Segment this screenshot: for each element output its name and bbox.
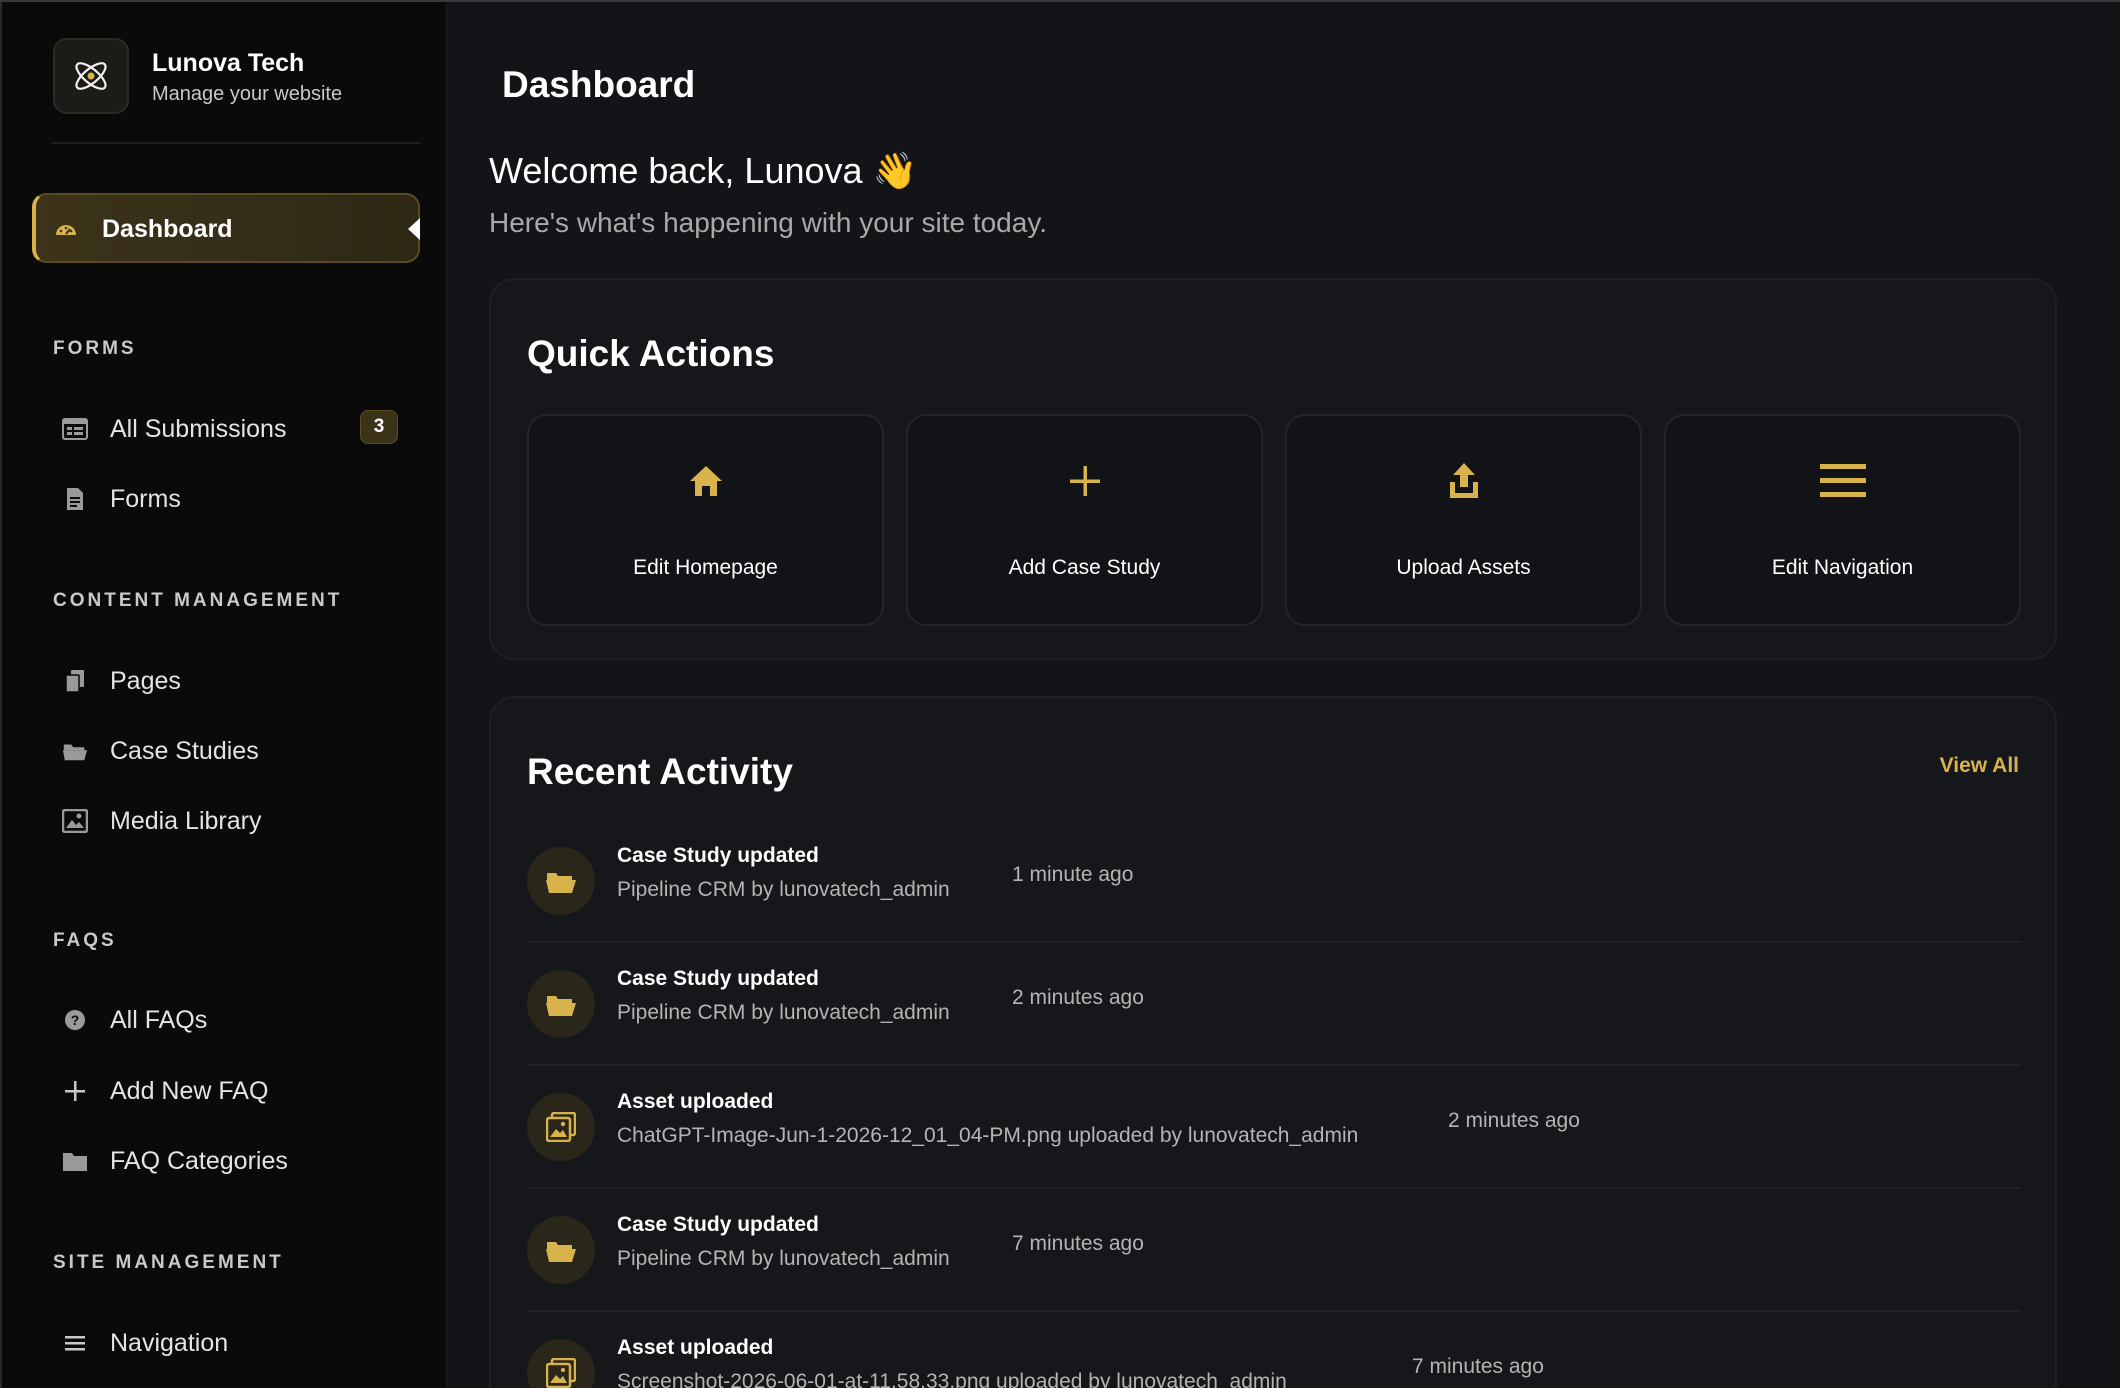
sidebar-item-all-faqs[interactable]: ? All FAQs [52, 993, 412, 1043]
edit-homepage-button[interactable]: Edit Homepage [527, 414, 884, 626]
activity-item[interactable]: Asset uploaded Screenshot-2026-06-01-at-… [527, 1312, 2021, 1388]
app-root: Lunova Tech Manage your website Dashboar… [0, 0, 2120, 1388]
section-title-content-management: CONTENT MANAGEMENT [53, 590, 343, 611]
sidebar-item-media-library[interactable]: Media Library [52, 794, 412, 844]
sidebar: Lunova Tech Manage your website Dashboar… [0, 2, 447, 1388]
sidebar-item-label: Media Library [110, 807, 262, 835]
folder-open-icon [527, 847, 595, 915]
sidebar-item-label: Pages [110, 667, 181, 695]
activity-title: Asset uploaded [617, 1090, 774, 1113]
recent-activity-title: Recent Activity [527, 751, 793, 792]
sidebar-item-add-new-faq[interactable]: Add New FAQ [52, 1064, 412, 1114]
activity-title: Asset uploaded [617, 1336, 774, 1359]
active-indicator-icon [408, 218, 420, 240]
recent-activity-card: Recent Activity View All Case Study upda… [489, 696, 2057, 1388]
activity-description: Pipeline CRM by lunovatech_admin [617, 878, 950, 901]
folder-open-icon [527, 970, 595, 1038]
images-icon [527, 1093, 595, 1161]
edit-navigation-button[interactable]: Edit Navigation [1664, 414, 2021, 626]
plus-icon [62, 1078, 88, 1104]
brand-subtitle: Manage your website [152, 83, 343, 105]
sidebar-item-dashboard[interactable]: Dashboard [32, 193, 420, 263]
sidebar-item-label: FAQ Categories [110, 1147, 288, 1175]
welcome-subtitle: Here's what's happening with your site t… [489, 207, 1048, 238]
home-icon [529, 458, 882, 504]
upload-assets-button[interactable]: Upload Assets [1285, 414, 1642, 626]
activity-title: Case Study updated [617, 967, 819, 990]
add-case-study-button[interactable]: Add Case Study [906, 414, 1263, 626]
sidebar-item-faq-categories[interactable]: FAQ Categories [52, 1134, 412, 1184]
sidebar-item-navigation[interactable]: Navigation [52, 1316, 412, 1366]
activity-timestamp: 7 minutes ago [1412, 1355, 1544, 1378]
speedometer-icon [54, 217, 78, 246]
activity-item[interactable]: Asset uploaded ChatGPT-Image-Jun-1-2026-… [527, 1066, 2021, 1189]
image-icon [62, 808, 88, 834]
submissions-count-badge: 3 [360, 410, 398, 444]
images-icon [527, 1339, 595, 1388]
activity-title: Case Study updated [617, 844, 819, 867]
menu-icon [62, 1330, 88, 1356]
activity-title: Case Study updated [617, 1213, 819, 1236]
brand-name: Lunova Tech [152, 49, 305, 77]
menu-icon [1666, 458, 2019, 504]
sidebar-item-label: Navigation [110, 1329, 229, 1357]
view-all-link[interactable]: View All [1940, 754, 2019, 778]
quick-action-label: Add Case Study [1008, 556, 1161, 579]
folder-open-icon [527, 1216, 595, 1284]
table-icon [62, 416, 88, 442]
activity-description: ChatGPT-Image-Jun-1-2026-12_01_04-PM.png… [617, 1124, 1359, 1147]
sidebar-item-label: Forms [110, 485, 181, 513]
welcome-heading: Welcome back, Lunova 👋 [489, 150, 918, 191]
activity-description: Pipeline CRM by lunovatech_admin [617, 1247, 950, 1270]
quick-action-label: Edit Homepage [633, 556, 778, 579]
plus-icon [908, 458, 1261, 504]
section-title-site-management: SITE MANAGEMENT [53, 1252, 284, 1273]
activity-timestamp: 2 minutes ago [1448, 1109, 1580, 1132]
page-title: Dashboard [502, 64, 696, 105]
folder-icon [62, 1148, 88, 1174]
quick-action-label: Edit Navigation [1771, 556, 1914, 579]
quick-action-label: Upload Assets [1396, 556, 1531, 579]
sidebar-item-pages[interactable]: Pages [52, 654, 412, 704]
section-title-forms: FORMS [53, 338, 137, 359]
question-circle-icon: ? [62, 1007, 88, 1033]
activity-timestamp: 1 minute ago [1012, 863, 1134, 886]
folder-open-icon [62, 738, 88, 764]
brand-header[interactable]: Lunova Tech Manage your website [51, 36, 421, 144]
sidebar-item-label: All Submissions [110, 415, 287, 443]
quick-actions-title: Quick Actions [527, 333, 775, 374]
activity-timestamp: 2 minutes ago [1012, 986, 1144, 1009]
sidebar-item-label: Case Studies [110, 737, 259, 765]
section-title-faqs: FAQS [53, 930, 117, 951]
sidebar-item-all-submissions[interactable]: All Submissions 3 [52, 402, 412, 452]
document-icon [62, 486, 88, 512]
sidebar-item-label: All FAQs [110, 1006, 208, 1034]
svg-text:?: ? [71, 1012, 80, 1028]
activity-item[interactable]: Case Study updated Pipeline CRM by lunov… [527, 943, 2021, 1066]
activity-item[interactable]: Case Study updated Pipeline CRM by lunov… [527, 820, 2021, 943]
sidebar-item-label: Add New FAQ [110, 1077, 269, 1105]
sidebar-item-forms[interactable]: Forms [52, 472, 412, 522]
activity-item[interactable]: Case Study updated Pipeline CRM by lunov… [527, 1189, 2021, 1312]
activity-description: Pipeline CRM by lunovatech_admin [617, 1001, 950, 1024]
quick-actions-card: Quick Actions Edit Homepage Add Case Stu… [489, 278, 2057, 660]
brand-logo-icon [53, 38, 129, 114]
activity-description: Screenshot-2026-06-01-at-11.58.33.png up… [617, 1370, 1287, 1388]
upload-icon [1287, 458, 1640, 504]
sidebar-item-case-studies[interactable]: Case Studies [52, 724, 412, 774]
activity-timestamp: 7 minutes ago [1012, 1232, 1144, 1255]
pages-icon [62, 668, 88, 694]
sidebar-item-label: Dashboard [102, 215, 233, 243]
